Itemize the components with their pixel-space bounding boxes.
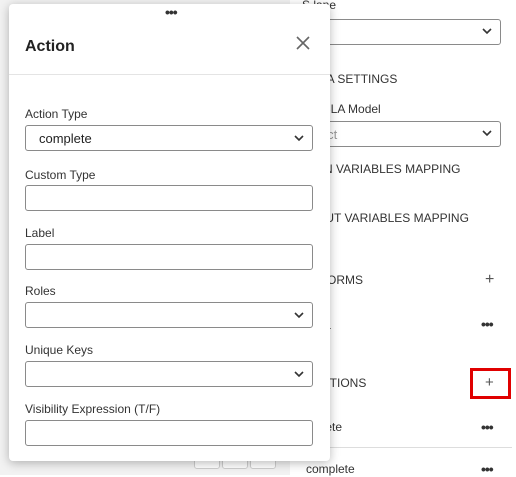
chevron-down-icon	[294, 135, 304, 142]
chevron-down-icon	[294, 371, 304, 378]
roles-label: Roles	[25, 284, 56, 298]
visibility-expression-input[interactable]	[25, 420, 313, 446]
label-field-label: Label	[25, 226, 55, 240]
custom-type-label: Custom Type	[25, 168, 96, 182]
label-input[interactable]	[25, 244, 313, 270]
close-icon[interactable]	[294, 34, 312, 52]
action-item-menu-icon[interactable]: •••	[481, 420, 494, 434]
roles-select[interactable]	[25, 302, 313, 328]
forms-heading: ORMS	[327, 273, 363, 287]
in-variables-heading: N VARIABLES MAPPING	[324, 162, 461, 176]
action-type-label: Action Type	[25, 107, 88, 121]
dialog-divider	[9, 74, 330, 75]
form-item-menu-icon[interactable]: •••	[481, 317, 494, 331]
chevron-down-icon	[294, 312, 304, 319]
action-dialog: ••• Action Action Type complete Custom T…	[9, 4, 330, 461]
action-type-select[interactable]: complete	[25, 125, 313, 151]
action-item-label: complete	[306, 462, 355, 476]
unique-keys-label: Unique Keys	[25, 343, 94, 357]
unique-keys-select[interactable]	[25, 361, 313, 387]
action-type-value: complete	[39, 131, 92, 146]
dialog-title: Action	[25, 38, 75, 55]
chevron-down-icon	[482, 28, 492, 35]
chevron-down-icon	[482, 130, 492, 137]
visibility-expression-label: Visibility Expression (T/F)	[25, 402, 161, 416]
add-action-button[interactable]: +	[485, 374, 494, 391]
drag-handle-icon[interactable]: •••	[165, 5, 178, 19]
sla-settings-heading: LA SETTINGS	[320, 72, 398, 86]
add-form-button[interactable]: +	[485, 272, 494, 288]
out-variables-heading: OUT VARIABLES MAPPING	[316, 211, 469, 225]
custom-type-input[interactable]	[25, 185, 313, 211]
action-item-menu-icon[interactable]: •••	[481, 462, 494, 476]
